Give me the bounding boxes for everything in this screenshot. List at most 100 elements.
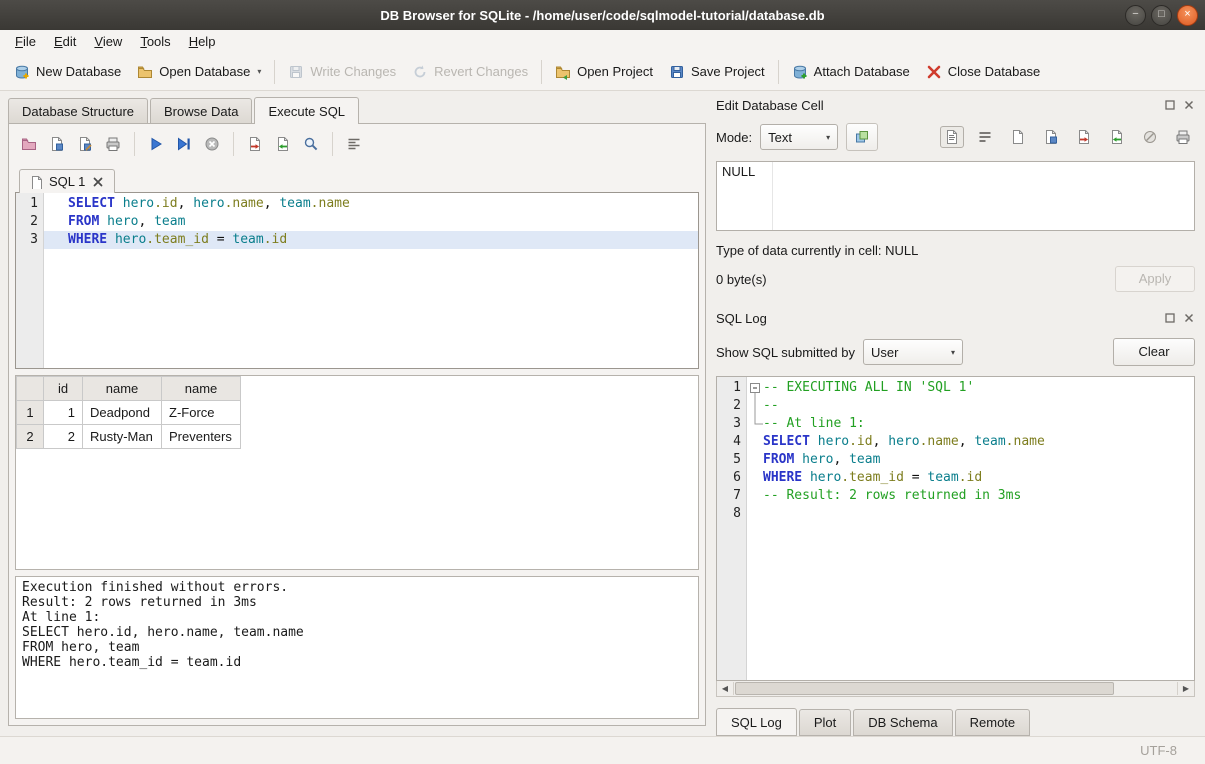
open-database-button[interactable]: Open Database▾ (129, 59, 269, 85)
dropdown-arrow-icon[interactable]: ▾ (257, 67, 261, 76)
edit-cell-header: Edit Database Cell (716, 95, 1195, 115)
new-database-icon (14, 64, 30, 80)
sql-editor[interactable]: 123 SELECT hero.id, hero.name, team.name… (15, 192, 699, 369)
tab-close-icon[interactable] (91, 175, 105, 189)
print-cell-button[interactable] (1171, 126, 1195, 148)
edit-cell-title: Edit Database Cell (716, 98, 1164, 113)
write-changes-icon (288, 64, 304, 80)
find-replace-button[interactable] (299, 133, 323, 155)
open-sql-file-button[interactable] (17, 133, 41, 155)
table-cell[interactable]: Preventers (162, 425, 241, 449)
print-button[interactable] (101, 133, 125, 155)
maximize-button[interactable]: □ (1151, 5, 1172, 26)
log-line: -- At line 1: (747, 415, 1194, 433)
log-line: -- EXECUTING ALL IN 'SQL 1' (747, 379, 1194, 397)
table-cell[interactable]: 2 (44, 425, 83, 449)
table-cell[interactable]: Deadpond (83, 401, 162, 425)
fold-bar-icon[interactable] (747, 397, 763, 415)
fold-corner-icon[interactable] (747, 415, 763, 433)
horizontal-scrollbar[interactable]: ◀ ▶ (716, 681, 1195, 697)
execution-log: Execution finished without errors.Result… (15, 576, 699, 719)
clear-button[interactable]: Clear (1113, 338, 1195, 366)
minimize-button[interactable]: − (1125, 5, 1146, 26)
tab-browse-data[interactable]: Browse Data (150, 98, 252, 124)
sql-tab-1[interactable]: SQL 1 (19, 169, 115, 193)
save-file-button[interactable] (1039, 126, 1063, 148)
stop-button[interactable] (200, 133, 224, 155)
export-cell-button[interactable] (1072, 126, 1096, 148)
scroll-left-icon[interactable]: ◀ (717, 682, 734, 695)
dock-tab-db-schema[interactable]: DB Schema (853, 709, 952, 736)
fold-spacer (747, 469, 763, 487)
fold-box-icon[interactable] (747, 379, 763, 397)
log-filter-value: User (871, 345, 898, 360)
cell-editor[interactable]: NULL (716, 161, 1195, 231)
log-line: -- (747, 397, 1194, 415)
dock-close-icon[interactable] (1183, 99, 1195, 111)
cell-editor-icons (940, 126, 1195, 148)
execute-all-button[interactable] (144, 133, 168, 155)
float-icon[interactable] (1164, 312, 1176, 324)
dock-tab-remote[interactable]: Remote (955, 709, 1031, 736)
execute-all-icon (148, 136, 164, 152)
close-button[interactable]: × (1177, 5, 1198, 26)
export-sql-button[interactable] (243, 133, 267, 155)
log-line-text: FROM hero, team (763, 451, 880, 469)
new-database-button[interactable]: New Database (6, 59, 129, 85)
mode-select[interactable]: Text ▾ (760, 124, 838, 150)
column-header[interactable]: name (162, 377, 241, 401)
open-project-button[interactable]: Open Project (547, 59, 661, 85)
sql-log-view[interactable]: 12345678 -- EXECUTING ALL IN 'SQL 1'----… (716, 376, 1195, 681)
mode-row: Mode: Text ▾ (716, 123, 1195, 151)
scroll-right-icon[interactable]: ▶ (1177, 682, 1194, 695)
save-sql-file-as-button[interactable] (73, 133, 97, 155)
dock-tab-plot[interactable]: Plot (799, 709, 851, 736)
log-line-text: WHERE hero.team_id = team.id (763, 469, 982, 487)
fold-spacer (747, 487, 763, 505)
chevron-down-icon: ▾ (951, 348, 955, 357)
dock-close-icon[interactable] (1183, 312, 1195, 324)
log-line-text: -- Result: 2 rows returned in 3ms (763, 487, 1021, 505)
sql-log-title: SQL Log (716, 311, 1164, 326)
menu-edit[interactable]: Edit (45, 31, 85, 52)
text-mode-icon (944, 129, 960, 145)
chevron-down-icon: ▾ (826, 133, 830, 142)
format-sql-button[interactable] (342, 133, 366, 155)
find-replace-icon (303, 136, 319, 152)
close-database-button[interactable]: Close Database (918, 59, 1049, 85)
right-pane: Edit Database Cell Mode: Text ▾ NULL (706, 91, 1205, 736)
menu-help[interactable]: Help (180, 31, 225, 52)
tab-execute-sql[interactable]: Execute SQL (254, 97, 359, 124)
float-icon[interactable] (1164, 99, 1176, 111)
menu-view[interactable]: View (85, 31, 131, 52)
column-header[interactable]: id (44, 377, 83, 401)
encoding-indicator: UTF-8 (1140, 743, 1177, 758)
execute-line-button[interactable] (172, 133, 196, 155)
log-code: -- EXECUTING ALL IN 'SQL 1'---- At line … (747, 377, 1194, 680)
set-null-button[interactable] (1138, 126, 1162, 148)
table-cell[interactable]: 1 (44, 401, 83, 425)
table-cell[interactable]: Z-Force (162, 401, 241, 425)
tab-database-structure[interactable]: Database Structure (8, 98, 148, 124)
column-header[interactable]: name (83, 377, 162, 401)
text-mode-button[interactable] (940, 126, 964, 148)
word-wrap-button[interactable] (973, 126, 997, 148)
menu-tools[interactable]: Tools (131, 31, 179, 52)
results-table[interactable]: idnamename 11DeadpondZ-Force22Rusty-ManP… (16, 376, 241, 449)
statusbar: UTF-8 (0, 736, 1205, 764)
execution-log-line: WHERE hero.team_id = team.id (22, 655, 692, 670)
save-sql-file-button[interactable] (45, 133, 69, 155)
log-filter-select[interactable]: User ▾ (863, 339, 963, 365)
menu-file[interactable]: File (6, 31, 45, 52)
open-file-button[interactable] (1006, 126, 1030, 148)
attach-database-button[interactable]: Attach Database (784, 59, 918, 85)
dock-tab-bar: SQL LogPlotDB SchemaRemote (716, 709, 1195, 736)
import-cell-button[interactable] (1105, 126, 1129, 148)
editor-code[interactable]: SELECT hero.id, hero.name, team.nameFROM… (44, 193, 698, 368)
save-project-button[interactable]: Save Project (661, 59, 773, 85)
import-sql-button[interactable] (271, 133, 295, 155)
table-cell[interactable]: Rusty-Man (83, 425, 162, 449)
external-editor-button[interactable] (846, 123, 878, 151)
scrollbar-thumb[interactable] (735, 682, 1114, 695)
dock-tab-sql-log[interactable]: SQL Log (716, 708, 797, 736)
